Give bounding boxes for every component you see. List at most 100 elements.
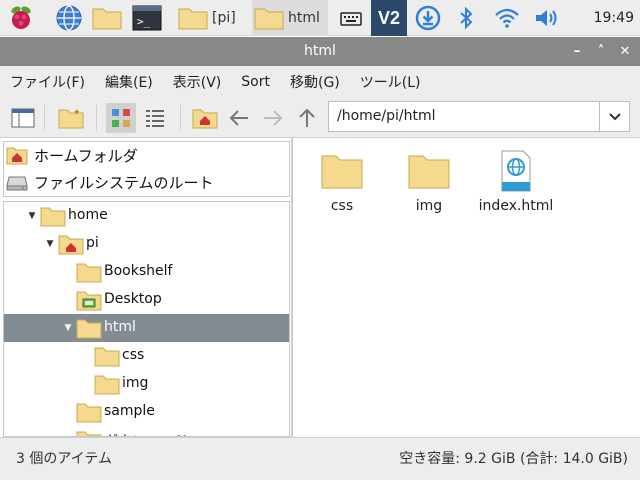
chevron-down-icon — [608, 112, 621, 120]
new-window-button[interactable] — [8, 103, 38, 133]
tree-node-label: html — [104, 319, 136, 335]
file-name: css — [330, 198, 354, 214]
place-root[interactable]: ファイルシステムのルート — [6, 169, 214, 195]
folder-icon — [299, 148, 385, 194]
new-window-icon — [11, 108, 35, 128]
task-html[interactable]: html — [252, 0, 328, 36]
download-folder-icon — [76, 429, 102, 436]
tree-node-label: home — [68, 207, 108, 223]
menu-edit[interactable]: 編集(E) — [105, 72, 153, 92]
menu-file[interactable]: ファイル(F) — [10, 72, 85, 92]
svg-text:✦: ✦ — [73, 108, 81, 118]
minimize-button[interactable]: – — [566, 37, 588, 66]
tree-node[interactable]: css — [4, 342, 289, 370]
list-view-icon — [146, 110, 164, 127]
arrow-up-icon — [299, 108, 315, 127]
up-button[interactable] — [292, 103, 322, 133]
statusbar: 3 個のアイテム 空き容量: 9.2 GiB (合計: 14.0 GiB) — [0, 437, 640, 480]
browser-globe-icon[interactable] — [52, 0, 86, 36]
maximize-button[interactable]: ˄ — [590, 37, 612, 66]
new-folder-icon: ✦ — [58, 108, 84, 129]
icon-view-icon — [112, 109, 130, 127]
raspberry-menu-icon[interactable] — [4, 0, 38, 36]
task-label: [pi] — [212, 10, 236, 26]
file-manager-folder-icon[interactable] — [90, 0, 124, 36]
html-file-icon — [473, 148, 559, 194]
tree-node-label: Bookshelf — [104, 263, 173, 279]
directory-tree: ▼ home ▼ pi Bookshelf Desktop ▼ html css img sampl… — [3, 201, 290, 437]
folder-icon — [76, 401, 102, 427]
tree-node-label: sample — [104, 403, 155, 419]
file-item[interactable]: css — [299, 146, 385, 216]
tree-expander-icon[interactable]: ▼ — [44, 238, 56, 250]
volume-icon[interactable] — [531, 0, 565, 36]
file-name: index.html — [478, 198, 554, 214]
home-folder-icon — [58, 233, 84, 259]
folder-icon — [76, 261, 102, 287]
arrow-right-icon — [264, 110, 283, 126]
forward-button[interactable] — [258, 103, 288, 133]
tree-node-label: pi — [86, 235, 99, 251]
terminal-icon[interactable]: >_ — [130, 0, 164, 36]
icon-view-button[interactable] — [106, 103, 136, 133]
home-folder-icon — [6, 147, 28, 165]
close-button[interactable]: ✕ — [614, 37, 636, 66]
places-pane: ホームフォルダ ファイルシステムのルート — [3, 141, 290, 197]
clock[interactable]: 19:49 — [594, 0, 634, 36]
svg-text:>_: >_ — [137, 15, 151, 28]
folder-icon — [76, 317, 102, 343]
menu-sort[interactable]: Sort — [241, 74, 270, 90]
arrow-left-icon — [229, 110, 248, 126]
tree-expander-icon[interactable]: ▼ — [26, 210, 38, 222]
desktop-folder-icon — [76, 289, 102, 315]
tree-node[interactable]: ダウンロード — [4, 426, 289, 436]
file-item[interactable]: img — [386, 146, 472, 216]
task-label: html — [288, 10, 320, 26]
window-title: html — [0, 37, 640, 66]
place-home[interactable]: ホームフォルダ — [6, 142, 138, 168]
download-update-icon[interactable] — [412, 0, 444, 36]
free-space: 空き容量: 9.2 GiB (合計: 14.0 GiB) — [399, 451, 628, 467]
folder-icon — [40, 205, 66, 231]
task-pi[interactable]: [pi] — [176, 0, 250, 36]
file-view: css img index.html — [292, 138, 640, 437]
drive-icon — [6, 176, 28, 191]
keyboard-icon[interactable] — [336, 0, 366, 36]
tree-node-label: css — [122, 347, 145, 363]
tree-node[interactable]: img — [4, 370, 289, 398]
tree-node-label: Desktop — [104, 291, 162, 307]
folder-icon — [386, 148, 472, 194]
folder-icon — [94, 373, 120, 399]
place-label: ファイルシステムのルート — [34, 173, 214, 192]
home-folder-icon — [192, 109, 218, 129]
menu-tools[interactable]: ツール(L) — [360, 72, 421, 92]
new-folder-button[interactable]: ✦ — [56, 103, 86, 133]
path-history-dropdown[interactable] — [600, 101, 630, 132]
tree-node[interactable]: ▼ pi — [4, 230, 289, 258]
list-view-button[interactable] — [140, 103, 170, 133]
tree-expander-icon[interactable]: ▼ — [62, 322, 74, 334]
tree-node[interactable]: ▼ html — [4, 314, 289, 342]
folder-icon — [254, 8, 284, 30]
home-button[interactable] — [190, 103, 220, 133]
vnc-icon[interactable]: V2 — [371, 0, 407, 36]
back-button[interactable] — [224, 103, 254, 133]
path-input[interactable]: /home/pi/html — [328, 101, 600, 132]
tree-node[interactable]: Desktop — [4, 286, 289, 314]
menu-view[interactable]: 表示(V) — [173, 72, 222, 92]
tree-node[interactable]: Bookshelf — [4, 258, 289, 286]
menubar: ファイル(F) 編集(E) 表示(V) Sort 移動(G) ツール(L) — [0, 66, 640, 97]
tree-node[interactable]: sample — [4, 398, 289, 426]
vnc-label: V2 — [377, 7, 401, 28]
bluetooth-icon[interactable] — [452, 0, 480, 36]
tree-node-label: img — [122, 375, 149, 391]
wifi-icon[interactable] — [490, 0, 524, 36]
place-label: ホームフォルダ — [34, 146, 138, 165]
menu-go[interactable]: 移動(G) — [290, 72, 340, 92]
item-count: 3 個のアイテム — [16, 451, 112, 467]
tree-node[interactable]: ▼ home — [4, 202, 289, 230]
file-item[interactable]: index.html — [473, 146, 559, 216]
taskbar: >_ [pi] html V2 19:49 — [0, 0, 640, 36]
folder-icon — [94, 345, 120, 371]
file-name: img — [415, 198, 443, 214]
